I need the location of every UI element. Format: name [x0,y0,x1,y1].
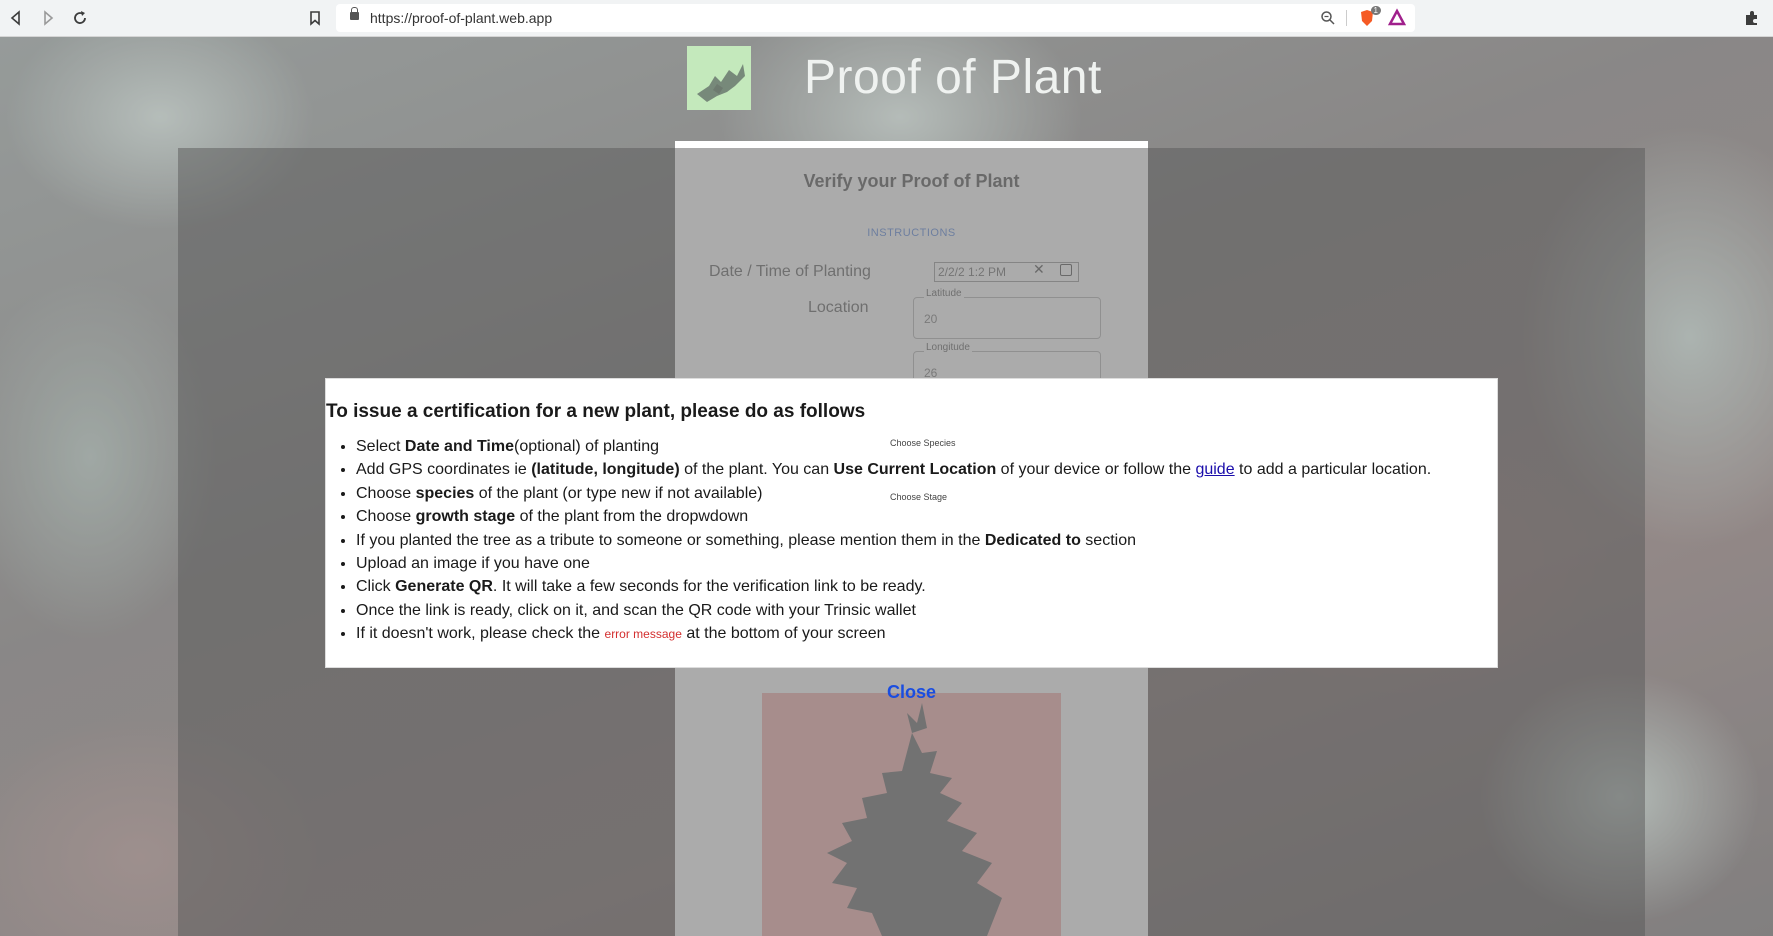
guide-link[interactable]: guide [1195,461,1234,478]
zoom-icon[interactable] [1319,9,1337,32]
error-message-text: error message [604,627,682,642]
bookmark-icon[interactable] [305,8,325,28]
list-item: Add GPS coordinates ie (latitude, longit… [356,458,1431,481]
list-item: Upload an image if you have one [356,552,1431,575]
lock-icon [350,7,359,20]
list-item: If you planted the tree as a tribute to … [356,529,1431,552]
list-item: Once the link is ready, click on it, and… [356,599,1431,622]
instructions-list: Select Date and Time(optional) of planti… [326,435,1431,646]
forward-icon[interactable] [38,8,58,28]
url-text: https://proof-of-plant.web.app [370,10,553,26]
divider [1346,10,1347,26]
shield-count-badge: 1 [1370,6,1381,15]
reload-icon[interactable] [70,8,90,28]
list-item: Choose species of the plant (or type new… [356,482,1431,505]
list-item: Select Date and Time(optional) of planti… [356,435,1431,458]
brave-rewards-icon[interactable] [1387,8,1407,33]
instructions-modal: To issue a certification for a new plant… [325,378,1498,668]
back-icon[interactable] [6,8,26,28]
address-bar[interactable]: https://proof-of-plant.web.app 1 [336,4,1415,32]
browser-toolbar: https://proof-of-plant.web.app 1 [0,0,1773,37]
list-item: If it doesn't work, please check the err… [356,622,1431,645]
list-item: Click Generate QR. It will take a few se… [356,575,1431,598]
extensions-icon[interactable] [1742,8,1762,28]
list-item: Choose growth stage of the plant from th… [356,505,1431,528]
modal-title: To issue a certification for a new plant… [326,401,866,422]
